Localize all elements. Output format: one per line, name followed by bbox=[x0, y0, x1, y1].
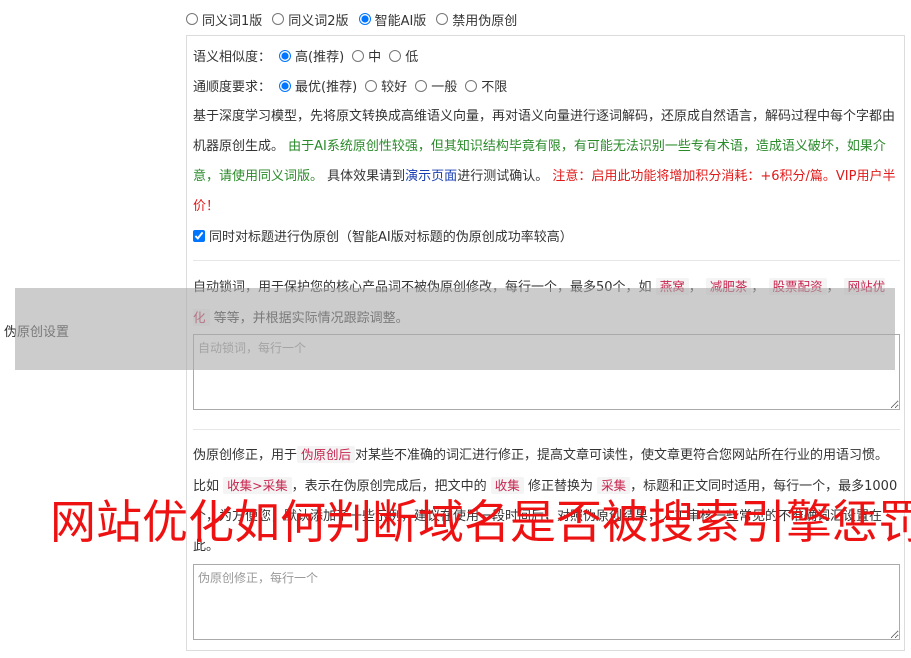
fluency-option-good[interactable]: 较好 bbox=[365, 76, 407, 95]
mode-radio-disable[interactable] bbox=[436, 13, 449, 25]
correction-tag: 伪原创后 bbox=[297, 446, 356, 463]
correction-textarea[interactable] bbox=[193, 564, 900, 640]
correction-tag: 采集 bbox=[597, 477, 631, 494]
demo-page-link[interactable]: 演示页面 bbox=[405, 169, 457, 184]
similarity-radio-high[interactable] bbox=[279, 49, 292, 62]
mode-radio-group: 同义词1版 同义词2版 智能AI版 禁用伪原创 bbox=[186, 10, 517, 29]
title-pseudo-original-checkbox[interactable]: 同时对标题进行伪原创（智能AI版对标题的伪原创成功率较高） bbox=[193, 226, 573, 245]
fluency-option-normal[interactable]: 一般 bbox=[415, 76, 457, 95]
lock-word-tag: 股票配资 bbox=[768, 278, 827, 295]
similarity-option-high[interactable]: 高(推荐) bbox=[279, 46, 344, 65]
lock-word-tag: 燕窝 bbox=[655, 278, 689, 295]
mode-radio-synonym-1[interactable] bbox=[186, 13, 198, 25]
fluency-radio-good[interactable] bbox=[365, 79, 378, 92]
lock-word-tag: 减肥茶 bbox=[705, 278, 752, 295]
similarity-label: 语义相似度： bbox=[193, 50, 272, 65]
similarity-radio-low[interactable] bbox=[389, 49, 402, 62]
similarity-row: 语义相似度： 高(推荐) 中 低 bbox=[193, 46, 418, 65]
fluency-option-best[interactable]: 最优(推荐) bbox=[279, 76, 357, 95]
mode-option-disable[interactable]: 禁用伪原创 bbox=[436, 10, 517, 29]
lock-words-textarea[interactable] bbox=[193, 334, 900, 410]
mode-option-ai[interactable]: 智能AI版 bbox=[358, 10, 426, 29]
fluency-radio-best[interactable] bbox=[279, 79, 292, 92]
correction-description: 伪原创修正，用于 伪原创后 对某些不准确的词汇进行修正，提高文章可读性，使文章更符合… bbox=[193, 446, 898, 554]
ai-description: 基于深度学习模型，先将原文转换成高维语义向量，再对语义向量进行逐词解码，还原成自… bbox=[193, 109, 896, 214]
similarity-option-mid[interactable]: 中 bbox=[352, 46, 381, 65]
fluency-option-any[interactable]: 不限 bbox=[465, 76, 507, 95]
section-divider bbox=[193, 429, 900, 430]
correction-tag: 收集>采集 bbox=[223, 477, 292, 494]
fluency-label: 通顺度要求： bbox=[193, 80, 272, 95]
correction-tag: 收集 bbox=[490, 477, 524, 494]
settings-side-label: 伪原创设置 bbox=[4, 325, 70, 340]
fluency-radio-normal[interactable] bbox=[415, 79, 428, 92]
mode-radio-ai[interactable] bbox=[358, 13, 371, 25]
title-checkbox-row: 同时对标题进行伪原创（智能AI版对标题的伪原创成功率较高） bbox=[193, 226, 573, 245]
similarity-radio-mid[interactable] bbox=[352, 49, 365, 62]
fluency-row: 通顺度要求： 最优(推荐) 较好 一般 不限 bbox=[193, 76, 507, 95]
section-divider bbox=[193, 260, 900, 261]
fluency-radio-any[interactable] bbox=[465, 79, 478, 92]
mode-radio-synonym-2[interactable] bbox=[272, 13, 285, 25]
mode-option-synonym-2[interactable]: 同义词2版 bbox=[272, 10, 349, 29]
similarity-option-low[interactable]: 低 bbox=[389, 46, 418, 65]
mode-option-synonym-1[interactable]: 同义词1版 bbox=[186, 10, 262, 29]
title-checkbox[interactable] bbox=[193, 229, 205, 242]
lock-words-description: 自动锁词，用于保护您的核心产品词不被伪原创修改，每行一个，最多50个，如 燕窝，… bbox=[193, 278, 886, 326]
ai-settings-panel: 语义相似度： 高(推荐) 中 低 通顺度要求： 最优(推荐) 较好 一般 不限 … bbox=[186, 35, 905, 651]
